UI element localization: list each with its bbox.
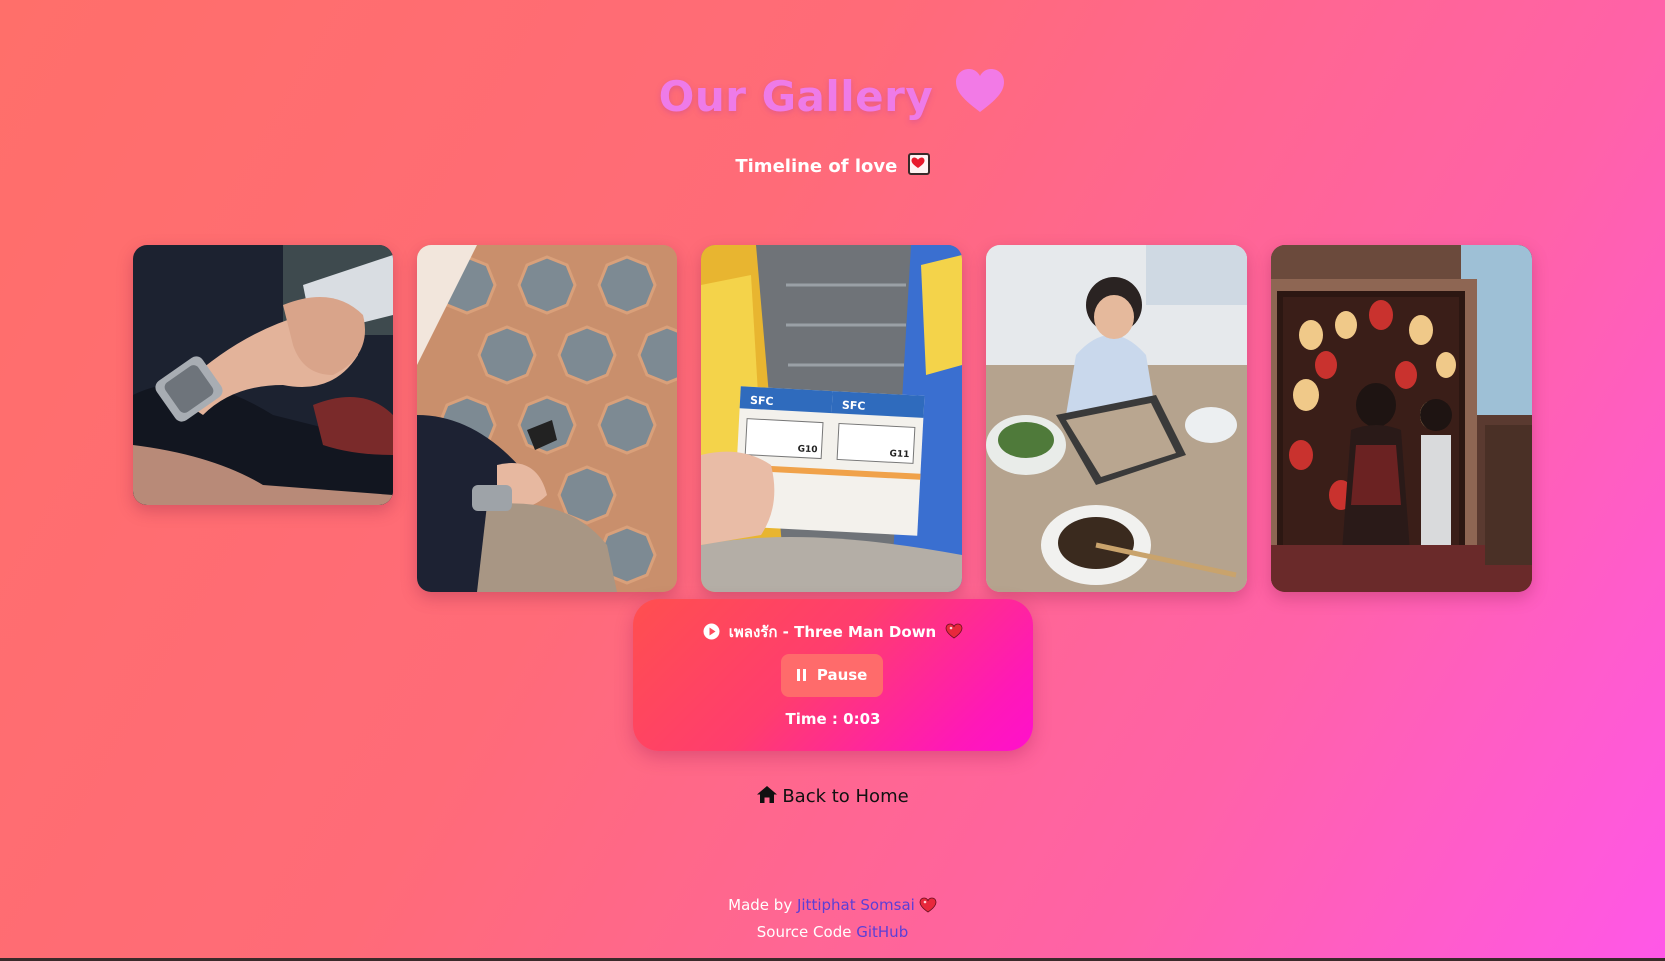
made-by-line: Made by Jittiphat Somsai (0, 893, 1665, 920)
author-link[interactable]: Jittiphat Somsai (797, 896, 915, 914)
back-to-home-link: Back to Home (0, 785, 1665, 809)
ticket-seat-1: G10 (797, 444, 817, 455)
song-title: เพลงรัก - Three Man Down (728, 623, 937, 641)
page-footer: Made by Jittiphat Somsai Source Code Git… (0, 893, 1665, 944)
pause-button[interactable]: Pause (781, 654, 883, 697)
gallery-photo-hotpot-meal[interactable] (986, 245, 1247, 592)
heart-icon (919, 896, 937, 920)
love-letter-icon (907, 153, 930, 175)
made-by-prefix: Made by (728, 896, 797, 914)
gallery-photo-holding-hands-tiles[interactable] (417, 245, 677, 592)
now-playing: เพลงรัก - Three Man Down (633, 620, 1033, 644)
back-to-home-label: Back to Home (782, 786, 909, 807)
play-circle-icon[interactable] (703, 623, 720, 644)
pause-icon (796, 655, 806, 698)
house-icon (756, 785, 778, 809)
source-prefix: Source Code (756, 923, 857, 941)
back-to-home-button[interactable]: Back to Home (756, 785, 909, 809)
ticket-seat-2: G11 (889, 449, 909, 460)
pause-button-label: Pause (816, 666, 868, 684)
source-code-line: Source Code GitHub (0, 920, 1665, 944)
page-subtitle: Timeline of love (0, 153, 1665, 177)
page-title-text: Our Gallery (658, 72, 934, 121)
heart-icon (954, 68, 1006, 124)
github-link[interactable]: GitHub (856, 923, 908, 941)
subtitle-text: Timeline of love (735, 156, 898, 177)
gallery-photo-mirror-selfie[interactable] (1271, 245, 1532, 592)
ticket-brand-1: SFC (750, 394, 774, 408)
playback-time: Time : 0:03 (785, 710, 881, 728)
ticket-brand-2: SFC (842, 399, 866, 413)
heart-icon (945, 623, 963, 643)
gallery-photo-cinema-tickets[interactable]: SFC SFC G10 G11 (701, 245, 962, 592)
gallery-photo-holding-hands-watch[interactable] (133, 245, 393, 505)
music-player: เพลงรัก - Three Man Down Pause Time : 0:… (633, 599, 1033, 751)
page-title: Our Gallery (0, 68, 1665, 124)
